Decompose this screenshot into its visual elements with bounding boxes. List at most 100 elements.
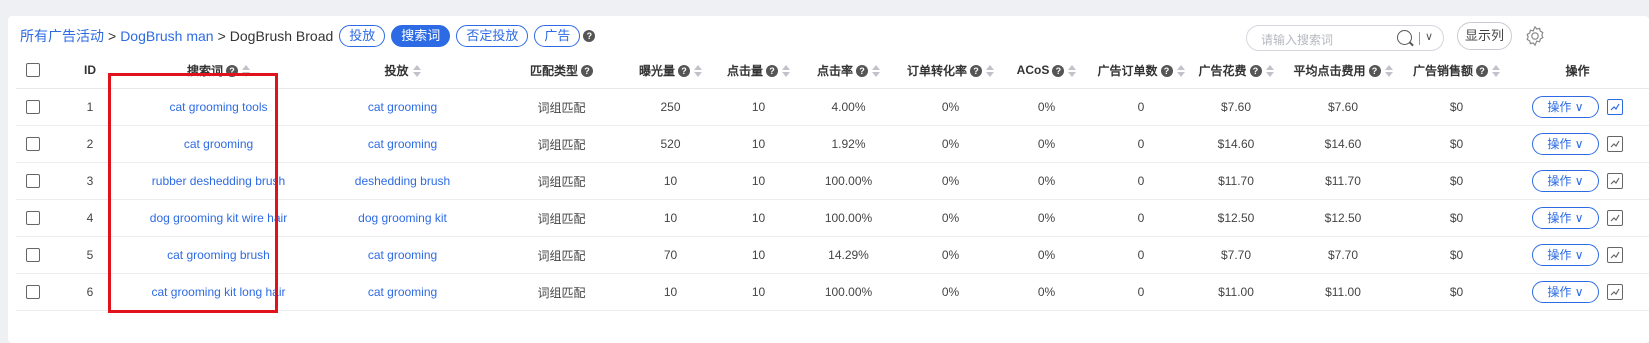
actions-dropdown-button[interactable]: 操作 ∨ — [1532, 133, 1599, 155]
gear-icon[interactable] — [1524, 25, 1546, 47]
search-input[interactable]: 请输入搜索词 ∨ — [1246, 25, 1444, 51]
tab-ads[interactable]: 广告 — [534, 25, 581, 47]
match-type: 词组匹配 — [499, 199, 624, 237]
search-term-link[interactable]: cat grooming brush — [131, 236, 306, 274]
chart-icon[interactable] — [1607, 284, 1623, 300]
help-icon: ? — [1052, 64, 1065, 77]
column-header-impressions[interactable]: 曝光量? — [624, 52, 717, 89]
search-icon[interactable] — [1397, 30, 1412, 45]
column-header-ad-sales[interactable]: 广告销售额? — [1407, 52, 1506, 89]
avg-cpc-value: $7.60 — [1279, 88, 1407, 126]
clicks-value: 10 — [717, 125, 800, 163]
ad-orders-value: 0 — [1089, 199, 1193, 237]
table-row: 2 cat grooming cat grooming 词组匹配 520 10 1.92% 0… — [16, 125, 1649, 163]
conversion-rate-value: 0% — [897, 125, 1004, 163]
avg-cpc-value: $11.00 — [1279, 273, 1407, 311]
help-icon: ? — [1160, 65, 1173, 78]
column-header-clicks[interactable]: 点击量? — [717, 52, 800, 89]
sort-icon — [1384, 65, 1393, 78]
ad-sales-value: $0 — [1407, 125, 1506, 163]
column-header-ad-orders[interactable]: 广告订单数? — [1089, 52, 1193, 89]
actions-dropdown-button[interactable]: 操作 ∨ — [1532, 207, 1599, 229]
avg-cpc-value: $11.70 — [1279, 162, 1407, 200]
search-placeholder: 请输入搜索词 — [1261, 33, 1334, 47]
search-term-link[interactable]: cat grooming kit long hair — [131, 273, 306, 311]
ad-sales-value: $0 — [1407, 236, 1506, 274]
target-link[interactable]: dog grooming kit — [306, 199, 499, 237]
chart-icon[interactable] — [1607, 99, 1623, 115]
main-panel: 所有广告活动 > DogBrush man > DogBrush Broad 投… — [8, 16, 1649, 343]
search-term-link[interactable]: dog grooming kit wire hair — [131, 199, 306, 237]
impressions-value: 10 — [624, 199, 717, 237]
conversion-rate-value: 0% — [897, 162, 1004, 200]
row-checkbox[interactable] — [16, 199, 49, 237]
help-icon: ? — [1368, 65, 1381, 78]
help-icon: ? — [581, 65, 593, 78]
search-terms-table: ID 搜索词? 投放 匹配类型? 曝光量? 点击量? 点击率? 订单转化率? A… — [16, 52, 1649, 311]
sort-icon — [1492, 65, 1500, 78]
column-header-conversion-rate[interactable]: 订单转化率? — [897, 52, 1004, 89]
breadcrumb-separator: > — [108, 28, 117, 44]
avg-cpc-value: $12.50 — [1279, 199, 1407, 237]
spend-value: $7.70 — [1193, 236, 1279, 274]
top-bar: 所有广告活动 > DogBrush man > DogBrush Broad 投… — [8, 16, 1649, 51]
chart-icon[interactable] — [1607, 173, 1623, 189]
sort-icon — [986, 65, 994, 78]
column-header-spend[interactable]: 广告花费? — [1193, 52, 1279, 89]
chart-icon[interactable] — [1607, 247, 1623, 263]
row-id: 6 — [49, 273, 131, 311]
column-header-ctr[interactable]: 点击率? — [800, 52, 897, 89]
search-term-link[interactable]: rubber deshedding brush — [131, 162, 306, 200]
acos-value: 0% — [1004, 162, 1089, 200]
conversion-rate-value: 0% — [897, 273, 1004, 311]
chart-icon[interactable] — [1607, 136, 1623, 152]
actions-cell: 操作 ∨ — [1506, 199, 1649, 237]
clicks-value: 10 — [717, 199, 800, 237]
spend-value: $11.70 — [1193, 162, 1279, 200]
row-checkbox[interactable] — [16, 88, 49, 126]
column-header-target[interactable]: 投放 — [306, 52, 499, 89]
row-checkbox[interactable] — [16, 162, 49, 200]
search-divider — [1419, 32, 1420, 45]
target-link[interactable]: cat grooming — [306, 88, 499, 126]
clicks-value: 10 — [717, 88, 800, 126]
target-link[interactable]: cat grooming — [306, 236, 499, 274]
row-id: 5 — [49, 236, 131, 274]
table-row: 5 cat grooming brush cat grooming 词组匹配 70 10 1… — [16, 236, 1649, 274]
help-icon[interactable]: ? — [583, 30, 596, 42]
show-columns-button[interactable]: 显示列 — [1457, 22, 1512, 50]
actions-dropdown-button[interactable]: 操作 ∨ — [1532, 244, 1599, 266]
row-checkbox[interactable] — [16, 125, 49, 163]
chart-icon[interactable] — [1607, 210, 1623, 226]
actions-dropdown-button[interactable]: 操作 ∨ — [1532, 281, 1599, 303]
select-all-checkbox[interactable] — [16, 52, 49, 89]
column-header-acos[interactable]: ACoS? — [1004, 52, 1089, 89]
sort-icon — [412, 65, 421, 78]
column-header-search-term[interactable]: 搜索词? — [131, 52, 306, 89]
search-term-link[interactable]: cat grooming tools — [131, 88, 306, 126]
ad-orders-value: 0 — [1089, 236, 1193, 274]
actions-dropdown-button[interactable]: 操作 ∨ — [1532, 96, 1599, 118]
search-term-link[interactable]: cat grooming — [131, 125, 306, 163]
target-link[interactable]: cat grooming — [306, 125, 499, 163]
tab-negative-targeting[interactable]: 否定投放 — [456, 25, 529, 47]
breadcrumb-all-campaigns[interactable]: 所有广告活动 — [20, 26, 104, 46]
actions-dropdown-button[interactable]: 操作 ∨ — [1532, 170, 1599, 192]
acos-value: 0% — [1004, 88, 1089, 126]
tab-search-terms[interactable]: 搜索词 — [391, 25, 451, 47]
column-header-match-type: 匹配类型? — [499, 52, 624, 89]
column-header-actions: 操作 — [1506, 52, 1649, 89]
sort-icon — [242, 65, 250, 78]
row-checkbox[interactable] — [16, 273, 49, 311]
tab-targeting[interactable]: 投放 — [339, 25, 386, 47]
avg-cpc-value: $14.60 — [1279, 125, 1407, 163]
ctr-value: 14.29% — [800, 236, 897, 274]
spend-value: $11.00 — [1193, 273, 1279, 311]
row-checkbox[interactable] — [16, 236, 49, 274]
target-link[interactable]: cat grooming — [306, 273, 499, 311]
target-link[interactable]: deshedding brush — [306, 162, 499, 200]
chevron-down-icon[interactable]: ∨ — [1425, 30, 1433, 43]
column-header-avg-cpc[interactable]: 平均点击费用? — [1279, 52, 1407, 89]
ad-orders-value: 0 — [1089, 273, 1193, 311]
breadcrumb-campaign[interactable]: DogBrush man — [120, 28, 213, 44]
